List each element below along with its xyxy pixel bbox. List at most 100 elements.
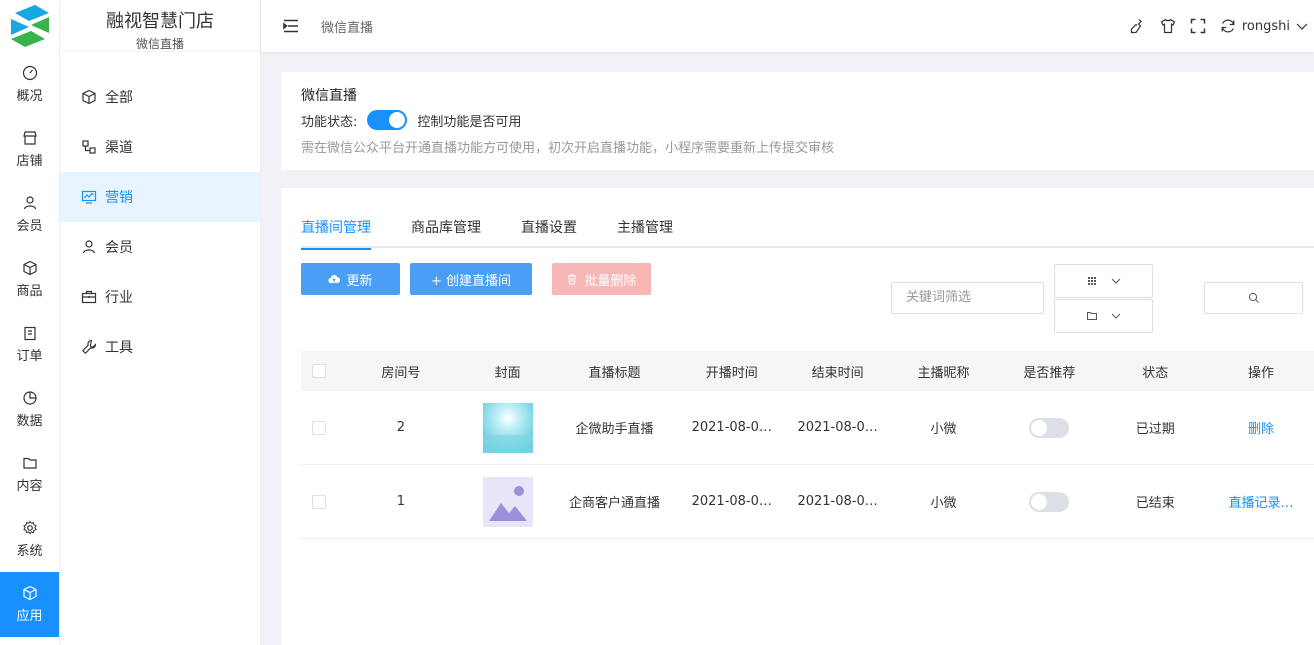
submenu-item-marketing[interactable]: 营销 xyxy=(60,172,260,222)
row-checkbox[interactable] xyxy=(311,494,326,509)
feature-status-card: 微信直播 功能状态: 控制功能是否可用 需在微信公众平台开通直播功能方可使用，初… xyxy=(281,72,1314,170)
live-title: 企微助手直播 xyxy=(575,422,654,437)
live-record-link[interactable]: 直播记录… xyxy=(1208,492,1314,511)
submenu-item-channel[interactable]: 渠道 xyxy=(60,122,260,172)
trash-icon xyxy=(568,274,577,285)
start-time: 2021-08-0… xyxy=(691,494,772,509)
end-time: 2021-08-0… xyxy=(797,494,878,509)
recommend-switch[interactable] xyxy=(1029,417,1070,438)
tab-room-management[interactable]: 直播间管理 xyxy=(301,216,371,250)
live-room-card: 直播间管理 商品库管理 直播设置 主播管理 更新 + 创建直播间 批量删除 关键… xyxy=(281,188,1314,645)
create-room-button[interactable]: + 创建直播间 xyxy=(410,263,532,295)
breadcrumb: 微信直播 xyxy=(321,20,374,36)
feature-note: 需在微信公众平台开通直播功能方可使用，初次开启直播功能，小程序需要重新上传提交审… xyxy=(301,141,835,156)
submenu-item-tools[interactable]: 工具 xyxy=(60,322,260,372)
tab-live-settings[interactable]: 直播设置 xyxy=(521,216,577,248)
menu-toggle-icon[interactable] xyxy=(283,19,299,33)
col-recommend: 是否推荐 xyxy=(1023,365,1076,381)
col-start: 开播时间 xyxy=(705,365,758,381)
grid-icon xyxy=(1087,277,1096,285)
view-mode-dropdown[interactable] xyxy=(1054,264,1153,298)
table-header: 房间号 封面 直播标题 开播时间 结束时间 主播昵称 是否推荐 状态 操作 xyxy=(301,351,1314,391)
monitor-chart-icon xyxy=(81,190,97,204)
live-title: 企商客户通直播 xyxy=(569,496,661,511)
select-all-checkbox[interactable] xyxy=(311,364,326,378)
recommend-switch[interactable] xyxy=(1029,491,1070,512)
submenu-item-all[interactable]: 全部 xyxy=(60,72,260,122)
anchor-nickname: 小微 xyxy=(930,422,957,437)
search-button[interactable] xyxy=(1204,282,1303,314)
brand-name: 融视智慧门店 xyxy=(106,11,214,32)
table-row: 1 企商客户通直播 2021-08-0… 2021-08-0… 小微 已结束 直… xyxy=(301,465,1314,539)
theme-shirt-icon[interactable] xyxy=(1160,18,1176,34)
channel-icon xyxy=(82,140,96,154)
status-text: 已过期 xyxy=(1135,422,1175,437)
user-icon xyxy=(23,196,36,210)
folder-dropdown[interactable] xyxy=(1054,299,1153,333)
rail-item-goods[interactable]: 商品 xyxy=(0,247,59,312)
wrench-icon xyxy=(82,339,97,354)
dashboard-icon xyxy=(22,65,37,81)
rail-item-member[interactable]: 会员 xyxy=(0,182,59,247)
keyword-filter-input[interactable]: 关键词筛选 xyxy=(891,282,1044,314)
col-anchor: 主播昵称 xyxy=(917,365,970,381)
rail-item-system[interactable]: 系统 xyxy=(0,507,59,572)
status-label: 功能状态: xyxy=(301,114,358,130)
search-icon xyxy=(1248,292,1259,303)
briefcase-icon xyxy=(81,290,97,304)
col-title: 直播标题 xyxy=(588,365,641,381)
primary-nav-rail: 概况 店铺 会员 商品 订单 数据 内容 系统 应用 xyxy=(0,0,60,645)
shop-icon xyxy=(22,131,37,145)
col-room: 房间号 xyxy=(381,365,421,381)
cube-icon xyxy=(22,260,37,276)
room-number: 2 xyxy=(396,420,405,435)
refresh-button[interactable]: 更新 xyxy=(301,263,400,295)
col-cover: 封面 xyxy=(494,365,521,381)
tab-bar: 直播间管理 商品库管理 直播设置 主播管理 xyxy=(301,216,1314,250)
gear-icon xyxy=(22,520,37,535)
delete-link[interactable]: 删除 xyxy=(1208,418,1314,437)
rail-item-shop[interactable]: 店铺 xyxy=(0,117,59,182)
chevron-down-icon[interactable] xyxy=(1294,18,1310,34)
chart-pie-icon xyxy=(22,391,37,405)
status-text: 已结束 xyxy=(1135,496,1175,511)
cube-icon xyxy=(82,89,96,105)
clean-brush-icon[interactable] xyxy=(1130,18,1146,34)
user-name[interactable]: rongshi xyxy=(1242,19,1290,34)
rail-item-data[interactable]: 数据 xyxy=(0,377,59,442)
anchor-nickname: 小微 xyxy=(930,496,957,511)
col-action: 操作 xyxy=(1248,365,1275,381)
feature-title: 微信直播 xyxy=(301,88,357,104)
rail-item-order[interactable]: 订单 xyxy=(0,312,59,377)
cover-placeholder-image[interactable] xyxy=(482,476,533,527)
tab-goods-library[interactable]: 商品库管理 xyxy=(411,216,481,248)
col-end: 结束时间 xyxy=(811,365,864,381)
cloud-upload-icon xyxy=(328,275,341,284)
end-time: 2021-08-0… xyxy=(797,420,878,435)
refresh-icon[interactable] xyxy=(1220,18,1236,34)
chevron-down-icon xyxy=(1111,313,1120,319)
cube-icon xyxy=(22,585,37,601)
cover-image[interactable] xyxy=(482,402,533,453)
table-row: 2 企微助手直播 2021-08-0… 2021-08-0… 小微 已过期 删除 xyxy=(301,391,1314,465)
fullscreen-icon[interactable] xyxy=(1190,18,1206,34)
submenu-item-industry[interactable]: 行业 xyxy=(60,272,260,322)
rail-item-content[interactable]: 内容 xyxy=(0,442,59,507)
rail-item-overview[interactable]: 概况 xyxy=(0,52,59,117)
live-room-table: 房间号 封面 直播标题 开播时间 结束时间 主播昵称 是否推荐 状态 操作 2 xyxy=(301,351,1314,539)
clipboard-icon xyxy=(23,326,36,341)
folder-icon xyxy=(22,457,37,469)
start-time: 2021-08-0… xyxy=(691,420,772,435)
feature-toggle[interactable] xyxy=(367,110,408,130)
tab-anchor-management[interactable]: 主播管理 xyxy=(617,216,673,248)
top-header: 微信直播 rongshi xyxy=(261,0,1314,52)
brand-block: 融视智慧门店 微信直播 xyxy=(60,0,260,52)
folder-icon xyxy=(1086,312,1097,320)
secondary-nav: 融视智慧门店 微信直播 全部 渠道 营销 会员 行业 工具 xyxy=(60,0,261,645)
batch-delete-button[interactable]: 批量删除 xyxy=(552,263,651,295)
rail-item-apps[interactable]: 应用 xyxy=(0,572,59,637)
brand-subtitle: 微信直播 xyxy=(135,37,184,51)
row-checkbox[interactable] xyxy=(311,420,326,435)
submenu-item-member[interactable]: 会员 xyxy=(60,222,260,272)
user-icon xyxy=(82,240,96,254)
